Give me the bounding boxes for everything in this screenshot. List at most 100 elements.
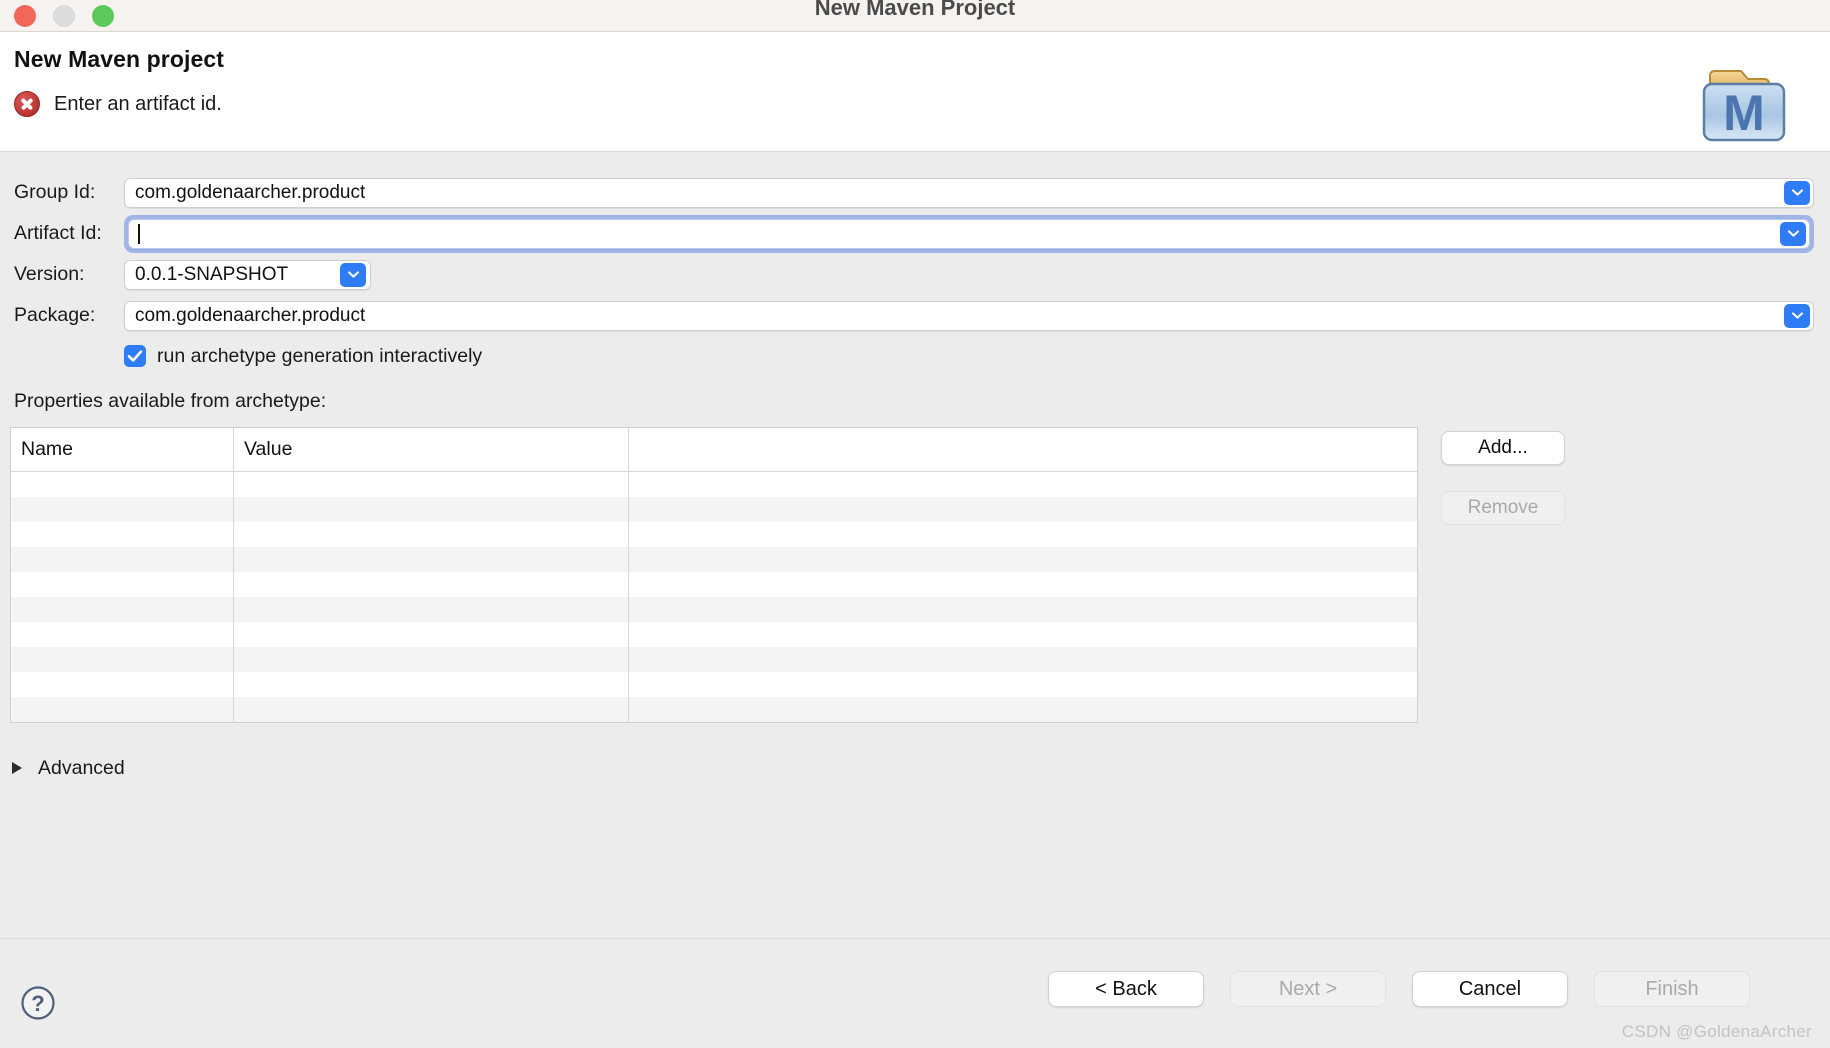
package-value: com.goldenaarcher.product <box>135 304 366 326</box>
advanced-disclosure[interactable]: Advanced <box>0 753 1830 783</box>
table-row[interactable] <box>11 697 1417 722</box>
table-row[interactable] <box>11 522 1417 547</box>
table-cell <box>11 622 233 647</box>
group-id-label: Group Id: <box>14 181 96 203</box>
table-row[interactable] <box>11 572 1417 597</box>
artifact-id-label: Artifact Id: <box>14 222 102 244</box>
artifact-id-combo[interactable] <box>128 218 1810 249</box>
table-cell <box>628 622 1417 647</box>
table-cell <box>233 597 628 622</box>
remove-property-button[interactable]: Remove <box>1441 491 1565 525</box>
back-button[interactable]: < Back <box>1048 971 1204 1007</box>
next-button[interactable]: Next > <box>1230 971 1386 1007</box>
advanced-label: Advanced <box>38 756 125 779</box>
watermark: CSDN @GoldenaArcher <box>1621 1022 1812 1041</box>
table-cell <box>11 697 233 722</box>
maven-folder-icon: M <box>1702 70 1786 142</box>
table-cell <box>233 522 628 547</box>
text-caret <box>138 223 140 244</box>
form-row-artifact-id: Artifact Id: <box>0 213 1830 254</box>
column-header-name[interactable]: Name <box>11 428 233 471</box>
finish-button[interactable]: Finish <box>1594 971 1750 1007</box>
status-message: Enter an artifact id. <box>54 92 222 115</box>
dialog-header: New Maven project Enter an artifact id. … <box>0 32 1830 152</box>
table-cell <box>233 672 628 697</box>
dialog-body: Group Id: com.goldenaarcher.product Arti… <box>0 152 1830 938</box>
svg-text:?: ? <box>31 991 44 1016</box>
window-title: New Maven Project <box>814 0 1016 20</box>
table-row[interactable] <box>11 672 1417 697</box>
status-message-row: Enter an artifact id. <box>14 91 1830 117</box>
chevron-down-icon <box>1791 189 1803 196</box>
table-cell <box>11 497 233 522</box>
package-combo[interactable]: com.goldenaarcher.product <box>124 300 1814 331</box>
table-cell <box>233 697 628 722</box>
table-cell <box>11 572 233 597</box>
version-dropdown-button[interactable] <box>340 262 366 287</box>
package-label: Package: <box>14 304 96 326</box>
window-controls <box>14 4 114 27</box>
version-value: 0.0.1-SNAPSHOT <box>135 263 289 285</box>
table-header-row: Name Value <box>11 428 1417 472</box>
table-cell <box>628 522 1417 547</box>
table-cell <box>628 647 1417 672</box>
table-cell <box>233 647 628 672</box>
help-question-icon[interactable]: ? <box>20 985 56 1021</box>
table-cell <box>628 697 1417 722</box>
table-cell <box>233 547 628 572</box>
table-cell <box>628 472 1417 497</box>
close-button[interactable] <box>14 4 36 27</box>
table-cell <box>628 672 1417 697</box>
table-row[interactable] <box>11 597 1417 622</box>
table-row[interactable] <box>11 547 1417 572</box>
page-title: New Maven project <box>14 46 225 72</box>
minimize-button[interactable] <box>53 4 75 27</box>
maximize-button[interactable] <box>92 4 114 27</box>
wizard-buttons: < Back Next > Cancel Finish <box>1048 971 1750 1007</box>
run-archetype-interactively-label: run archetype generation interactively <box>157 344 483 367</box>
column-header-extra[interactable] <box>628 428 1417 471</box>
table-cell <box>11 672 233 697</box>
artifact-id-focus-ring <box>124 214 1814 253</box>
chevron-down-icon <box>347 271 359 278</box>
column-header-value[interactable]: Value <box>233 428 628 471</box>
table-cell <box>11 647 233 672</box>
table-cell <box>11 522 233 547</box>
artifact-id-dropdown-button[interactable] <box>1780 221 1806 246</box>
table-row[interactable] <box>11 622 1417 647</box>
properties-table-area: Name Value Add... Remove <box>0 427 1830 723</box>
archetype-interactive-row: run archetype generation interactively <box>0 336 1830 376</box>
group-id-value: com.goldenaarcher.product <box>135 181 366 203</box>
version-combo[interactable]: 0.0.1-SNAPSHOT <box>124 259 371 290</box>
table-row[interactable] <box>11 472 1417 497</box>
table-body <box>11 472 1417 722</box>
run-archetype-interactively-checkbox[interactable] <box>124 345 146 367</box>
table-cell <box>628 572 1417 597</box>
cancel-button[interactable]: Cancel <box>1412 971 1568 1007</box>
group-id-dropdown-button[interactable] <box>1784 180 1810 205</box>
table-cell <box>11 472 233 497</box>
maven-logo-letter: M <box>1723 85 1765 141</box>
package-dropdown-button[interactable] <box>1784 303 1810 328</box>
table-cell <box>628 547 1417 572</box>
group-id-combo[interactable]: com.goldenaarcher.product <box>124 177 1814 208</box>
table-cell <box>233 472 628 497</box>
table-row[interactable] <box>11 497 1417 522</box>
properties-section-label: Properties available from archetype: <box>14 390 327 412</box>
table-cell <box>11 597 233 622</box>
form-row-version: Version: 0.0.1-SNAPSHOT <box>0 254 1830 295</box>
table-action-buttons: Add... Remove <box>1441 427 1565 723</box>
checkmark-icon <box>127 350 143 362</box>
table-cell <box>11 547 233 572</box>
table-row[interactable] <box>11 647 1417 672</box>
error-icon <box>14 91 40 117</box>
chevron-down-icon <box>1787 230 1799 237</box>
title-bar: New Maven Project <box>0 0 1830 32</box>
table-cell <box>628 497 1417 522</box>
table-cell <box>628 597 1417 622</box>
add-property-button[interactable]: Add... <box>1441 431 1565 465</box>
table-cell <box>233 622 628 647</box>
properties-table[interactable]: Name Value <box>10 427 1418 723</box>
version-label: Version: <box>14 263 85 285</box>
dialog-footer: ? < Back Next > Cancel Finish CSDN @Gold… <box>0 938 1830 1048</box>
